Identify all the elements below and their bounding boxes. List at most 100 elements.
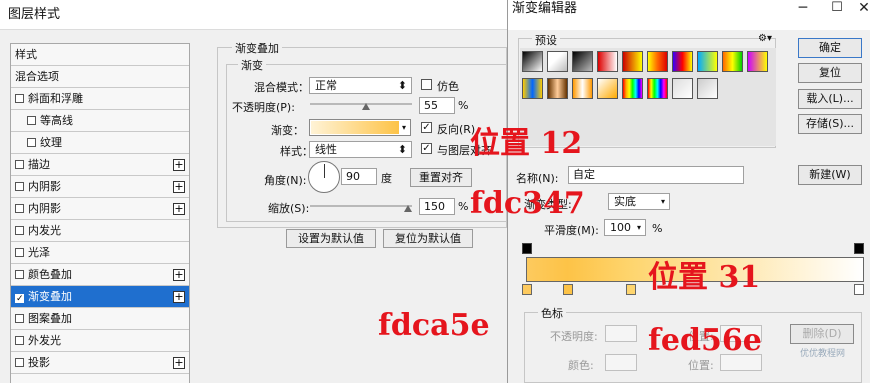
name-input[interactable]: 自定 (568, 166, 744, 184)
color-stop-end[interactable] (854, 284, 864, 295)
style-checkbox[interactable] (15, 160, 24, 169)
style-checkbox[interactable] (15, 358, 24, 367)
preset-swatch[interactable] (522, 51, 543, 72)
reset-default-button[interactable]: 复位为默认值 (383, 229, 473, 248)
style-select[interactable]: 线性 ⬍ (309, 141, 412, 158)
angle-unit: 度 (381, 172, 392, 185)
save-button[interactable]: 存储(S)... (798, 114, 862, 134)
minimize-icon[interactable]: ─ (790, 0, 816, 16)
style-checkbox[interactable] (27, 138, 36, 147)
reset-align-button[interactable]: 重置对齐 (410, 168, 472, 187)
style-item[interactable]: 等高线 (11, 110, 189, 132)
gradient-dropdown-icon[interactable]: ▾ (399, 120, 409, 135)
style-item-label: 光泽 (28, 246, 50, 259)
presets-gear-icon[interactable]: ⚙▾ (758, 33, 772, 44)
opacity-stop-left[interactable] (522, 243, 532, 254)
gradient-label: 渐变： (271, 124, 304, 137)
color-stop-12[interactable] (563, 284, 573, 295)
add-style-icon[interactable]: + (173, 159, 185, 171)
scale-input[interactable]: 150 (419, 198, 455, 215)
style-checkbox[interactable] (15, 94, 24, 103)
delete-button[interactable]: 删除(D) (790, 324, 854, 344)
dither-checkbox[interactable] (421, 79, 432, 90)
color-stop-31[interactable] (626, 284, 636, 295)
preset-swatch[interactable] (647, 51, 668, 72)
ok-button[interactable]: 确定 (798, 38, 862, 58)
style-item[interactable]: 描边 + (11, 154, 189, 176)
reset-button[interactable]: 复位 (798, 63, 862, 83)
add-style-icon[interactable]: + (173, 203, 185, 215)
style-checkbox[interactable] (15, 182, 24, 191)
style-item[interactable]: 颜色叠加 + (11, 264, 189, 286)
style-checkbox[interactable] (27, 116, 36, 125)
scale-label: 缩放(S): (268, 202, 310, 215)
angle-input[interactable]: 90 (341, 168, 377, 185)
add-style-icon[interactable]: + (173, 181, 185, 193)
color-stop-start[interactable] (522, 284, 532, 295)
preset-swatch[interactable] (597, 78, 618, 99)
smoothness-select[interactable]: 100 ▾ (604, 219, 646, 236)
style-checkbox[interactable] (15, 226, 24, 235)
dropdown-arrow-icon: ⬍ (397, 79, 407, 92)
style-checkbox[interactable] (15, 248, 24, 257)
preset-swatch[interactable] (622, 78, 643, 99)
preset-swatch[interactable] (747, 51, 768, 72)
style-item[interactable]: 内阴影 + (11, 198, 189, 220)
style-checkbox[interactable] (15, 314, 24, 323)
style-item[interactable]: 内阴影 + (11, 176, 189, 198)
preset-swatch[interactable] (547, 51, 568, 72)
style-checkbox[interactable] (15, 336, 24, 345)
style-checkbox[interactable] (15, 204, 24, 213)
blend-mode-select[interactable]: 正常 ⬍ (309, 77, 412, 94)
stop-color-label: 颜色: (568, 359, 594, 372)
angle-dial[interactable] (308, 161, 340, 193)
gradient-picker[interactable]: ▾ (309, 119, 411, 136)
annotation-fdca5e: fdca5e (378, 308, 490, 343)
preset-swatch[interactable] (622, 51, 643, 72)
opacity-percent: % (458, 99, 469, 112)
style-item[interactable]: 斜面和浮雕 (11, 88, 189, 110)
preset-swatch[interactable] (572, 51, 593, 72)
add-style-icon[interactable]: + (173, 357, 185, 369)
close-icon[interactable]: ✕ (851, 0, 870, 16)
style-item[interactable]: 纹理 (11, 132, 189, 154)
set-default-button[interactable]: 设置为默认值 (286, 229, 376, 248)
opacity-slider-thumb[interactable] (362, 103, 371, 110)
subgroup-title: 渐变 (238, 57, 266, 73)
maximize-icon[interactable]: ☐ (824, 0, 850, 15)
add-style-icon[interactable]: + (173, 291, 185, 303)
add-style-icon[interactable]: + (173, 269, 185, 281)
gradient-type-select[interactable]: 实底 ▾ (608, 193, 670, 210)
scale-slider-thumb[interactable] (404, 205, 412, 212)
load-button[interactable]: 载入(L)... (798, 89, 862, 109)
scale-slider-track[interactable] (310, 205, 412, 207)
preset-swatch[interactable] (647, 78, 668, 99)
stop-color-swatch[interactable] (605, 354, 637, 371)
style-item[interactable]: 外发光 (11, 330, 189, 352)
preset-swatch[interactable] (672, 78, 693, 99)
preset-swatch[interactable] (572, 78, 593, 99)
preset-swatch[interactable] (722, 51, 743, 72)
style-item[interactable]: 投影 + (11, 352, 189, 374)
stop-opacity-input[interactable] (605, 325, 637, 342)
preset-swatch[interactable] (522, 78, 543, 99)
align-layer-checkbox[interactable]: ✓ (421, 143, 432, 154)
style-checkbox[interactable] (15, 270, 24, 279)
preset-swatch[interactable] (672, 51, 693, 72)
style-item[interactable]: 样式 (11, 44, 189, 66)
preset-swatch[interactable] (547, 78, 568, 99)
preset-swatch[interactable] (597, 51, 618, 72)
preset-swatch[interactable] (697, 51, 718, 72)
style-item[interactable]: 混合选项 (11, 66, 189, 88)
opacity-slider-track[interactable] (310, 103, 412, 105)
preset-swatch[interactable] (697, 78, 718, 99)
style-item[interactable]: 光泽 (11, 242, 189, 264)
style-item[interactable]: ✓ 渐变叠加 + (11, 286, 189, 308)
new-button[interactable]: 新建(W) (798, 165, 862, 185)
style-item[interactable]: 图案叠加 (11, 308, 189, 330)
style-item[interactable]: 内发光 (11, 220, 189, 242)
opacity-stop-right[interactable] (854, 243, 864, 254)
style-checkbox[interactable]: ✓ (15, 294, 24, 304)
reverse-checkbox[interactable]: ✓ (421, 122, 432, 133)
opacity-input[interactable]: 55 (419, 97, 455, 114)
